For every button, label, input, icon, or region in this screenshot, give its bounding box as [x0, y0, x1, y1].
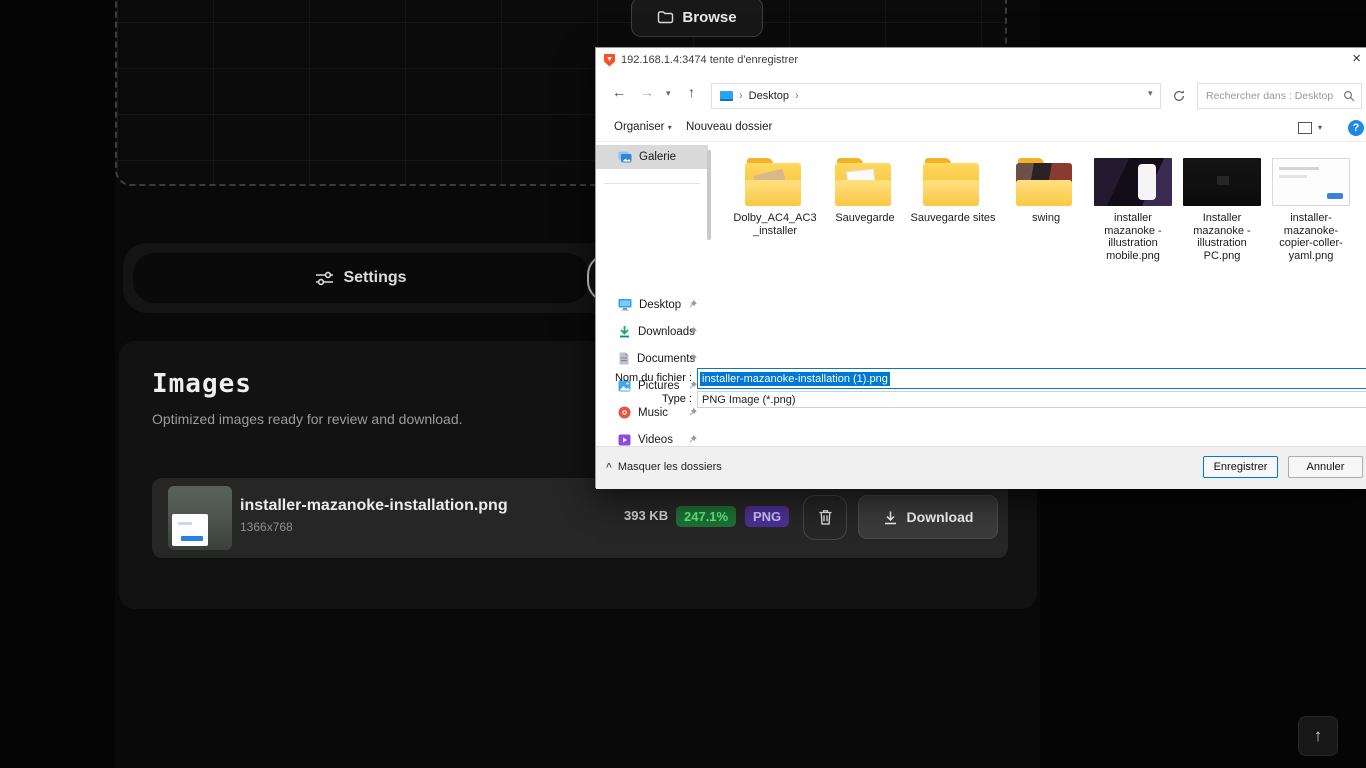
- image-file-thumbnail: [1094, 158, 1172, 206]
- desktop-icon: [720, 91, 733, 101]
- image-file-thumbnail: [1272, 158, 1350, 206]
- image-file-item[interactable]: installer-mazanoke-copier-coller-yaml.pn…: [1268, 158, 1354, 262]
- folder-icon: [923, 158, 983, 206]
- up-arrow-icon[interactable]: ↑: [688, 84, 695, 100]
- chevron-right-icon: ›: [795, 90, 799, 102]
- dialog-footer: ^ Masquer les dossiers Enregistrer Annul…: [596, 446, 1366, 489]
- settings-label: Settings: [343, 269, 406, 287]
- image-thumbnail: [168, 486, 232, 550]
- folder-item[interactable]: swing: [1003, 158, 1089, 225]
- pin-icon[interactable]: [687, 434, 698, 445]
- refresh-button[interactable]: [1166, 83, 1192, 109]
- sliders-icon: [315, 271, 334, 286]
- folder-icon: [1016, 158, 1076, 206]
- image-file-thumbnail: [1183, 158, 1261, 206]
- filetype-value: PNG Image (*.png): [702, 394, 796, 406]
- sidebar-gallery-label: Galerie: [639, 151, 676, 163]
- image-file-item[interactable]: installer mazanoke - illustration mobile…: [1090, 158, 1176, 262]
- gallery-icon: [618, 151, 632, 163]
- filename-row: Nom du fichier : installer-mazanoke-inst…: [596, 367, 1366, 390]
- images-section-title: Images: [152, 369, 252, 399]
- download-icon: [883, 510, 898, 525]
- sidebar-item-downloads[interactable]: Downloads: [596, 320, 708, 343]
- view-mode-icon[interactable]: [1298, 122, 1312, 134]
- browse-label: Browse: [682, 9, 736, 26]
- folder-icon: [835, 158, 895, 206]
- browse-button[interactable]: Browse: [631, 0, 763, 37]
- document-icon: [618, 352, 630, 365]
- image-filesize: 393 KB: [624, 508, 668, 523]
- brave-shield-icon: [604, 54, 615, 67]
- download-label: Download: [907, 509, 974, 525]
- optimized-image-row: installer-mazanoke-installation.png 1366…: [152, 478, 1008, 558]
- save-button[interactable]: Enregistrer: [1203, 456, 1278, 478]
- dialog-navbar: ← → ▾ ↑ › Desktop › ▾ Rechercher dans : …: [596, 72, 1366, 116]
- help-icon[interactable]: ?: [1348, 120, 1364, 136]
- folder-item[interactable]: Sauvegarde sites: [910, 158, 996, 225]
- dialog-title: 192.168.1.4:3474 tente d'enregistrer: [621, 54, 798, 66]
- desktop-icon: [618, 298, 632, 311]
- filetype-label: Type :: [492, 393, 692, 405]
- folder-item[interactable]: Dolby_AC4_AC3_installer: [732, 158, 818, 237]
- images-section-subtitle: Optimized images ready for review and do…: [152, 411, 463, 427]
- image-dimensions: 1366x768: [240, 520, 293, 534]
- pin-icon[interactable]: [687, 326, 698, 337]
- hide-folders-toggle[interactable]: ^ Masquer les dossiers: [606, 461, 722, 473]
- close-icon[interactable]: ×: [1352, 50, 1361, 68]
- chevron-down-icon: ▾: [668, 123, 672, 132]
- filetype-select[interactable]: PNG Image (*.png): [697, 391, 1366, 408]
- filename-selected-text: installer-mazanoke-installation (1).png: [700, 372, 890, 386]
- sidebar-item-gallery[interactable]: Galerie: [596, 145, 708, 169]
- image-file-item[interactable]: Installer mazanoke - illustration PC.png: [1179, 158, 1265, 262]
- filename-input[interactable]: installer-mazanoke-installation (1).png: [697, 368, 1366, 389]
- format-badge: PNG: [745, 506, 789, 527]
- settings-button[interactable]: Settings: [133, 253, 589, 303]
- file-grid: Dolby_AC4_AC3_installer Sauvegarde Sauve…: [711, 142, 1366, 367]
- savings-badge: 247.1%: [676, 506, 736, 527]
- scroll-to-top-button[interactable]: ↑: [1298, 716, 1338, 756]
- trash-icon: [818, 509, 833, 526]
- new-folder-button[interactable]: Nouveau dossier: [686, 121, 772, 133]
- cancel-button[interactable]: Annuler: [1288, 456, 1363, 478]
- video-icon: [618, 434, 631, 446]
- screen: gif svg ico Browse Settings Images Optim…: [0, 0, 1366, 768]
- address-dropdown-icon[interactable]: ▾: [1148, 88, 1153, 99]
- folder-item[interactable]: Sauvegarde: [822, 158, 908, 225]
- refresh-icon: [1172, 89, 1186, 103]
- save-as-dialog: 192.168.1.4:3474 tente d'enregistrer × ←…: [595, 47, 1366, 488]
- dialog-body: Galerie Desktop Downloads Documents: [596, 142, 1366, 367]
- folder-outline-icon: [657, 10, 674, 24]
- chevron-up-icon: ^: [606, 462, 612, 473]
- history-chevron-icon[interactable]: ▾: [666, 88, 671, 99]
- pin-icon[interactable]: [687, 353, 698, 364]
- back-arrow-icon[interactable]: ←: [612, 84, 626, 100]
- filetype-row: Type : PNG Image (*.png): [596, 391, 1366, 409]
- search-placeholder: Rechercher dans : Desktop: [1206, 90, 1343, 102]
- sidebar-divider: [604, 183, 700, 184]
- search-icon: [1343, 90, 1355, 102]
- breadcrumb[interactable]: › Desktop ›: [711, 83, 1161, 109]
- sidebar-item-desktop[interactable]: Desktop: [596, 293, 708, 316]
- dialog-titlebar[interactable]: 192.168.1.4:3474 tente d'enregistrer ×: [596, 48, 1366, 72]
- arrow-up-icon: ↑: [1314, 726, 1323, 746]
- thumbnail-window: [172, 514, 208, 546]
- filename-label: Nom du fichier :: [492, 372, 692, 384]
- image-filename: installer-mazanoke-installation.png: [240, 497, 508, 515]
- chevron-right-icon: ›: [739, 90, 743, 102]
- download-button[interactable]: Download: [858, 495, 998, 539]
- view-mode-chevron-icon[interactable]: ▾: [1318, 123, 1322, 132]
- hide-folders-label: Masquer les dossiers: [618, 461, 722, 473]
- organize-menu[interactable]: Organiser ▾: [614, 121, 672, 133]
- search-input[interactable]: Rechercher dans : Desktop: [1197, 83, 1362, 109]
- pin-icon[interactable]: [687, 299, 698, 310]
- dialog-sidebar: Galerie Desktop Downloads Documents: [596, 142, 711, 367]
- download-arrow-icon: [618, 325, 631, 338]
- folder-icon: [745, 158, 805, 206]
- dialog-toolbar: Organiser ▾ Nouveau dossier ▾ ?: [596, 116, 1366, 142]
- forward-arrow-icon[interactable]: →: [640, 84, 654, 100]
- breadcrumb-location[interactable]: Desktop: [749, 90, 789, 102]
- delete-image-button[interactable]: [803, 495, 847, 540]
